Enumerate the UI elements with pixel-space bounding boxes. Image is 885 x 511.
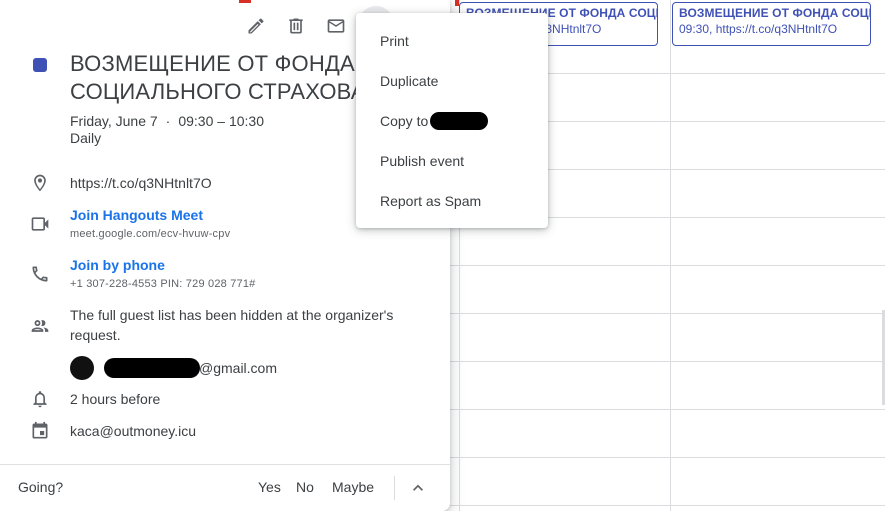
guest-list-hidden-notice: The full guest list has been hidden at t… (70, 305, 420, 345)
location-pin-icon (30, 173, 50, 193)
event-time: 09:30 – 10:30 (178, 113, 264, 129)
calendar-event-subtitle: 09:30, https://t.co/q3NHtnlt7O (679, 22, 838, 36)
trash-icon[interactable] (278, 8, 314, 44)
grid-line (450, 505, 885, 506)
grid-line (450, 265, 885, 266)
redacted-calendar-name (430, 112, 489, 130)
menu-item-copy-to[interactable]: Copy to (356, 101, 548, 141)
more-options-menu: Print Duplicate Copy to Publish event Re… (356, 13, 548, 228)
calendar-owner: kaca@outmoney.icu (70, 423, 197, 439)
event-color-indicator (33, 58, 47, 72)
event-recurrence: Daily (70, 130, 102, 146)
grid-line (450, 313, 885, 314)
menu-item-label: Copy to (380, 113, 429, 129)
event-title-line: СОЦИАЛЬНОГО СТРАХОВА (70, 79, 366, 104)
rsvp-maybe-button[interactable]: Maybe (332, 479, 374, 495)
event-reminder: 2 hours before (70, 391, 161, 407)
chevron-up-icon[interactable] (408, 478, 428, 498)
rsvp-label: Going? (18, 479, 64, 495)
menu-item-label: Publish event (380, 153, 465, 169)
mail-icon[interactable] (318, 8, 354, 44)
menu-item-label: Report as Spam (380, 193, 482, 209)
menu-item-print[interactable]: Print (356, 21, 548, 61)
grid-line (450, 361, 885, 362)
divider (0, 464, 450, 465)
rsvp-no-button[interactable]: No (296, 479, 314, 495)
current-time-marker (239, 0, 251, 3)
people-icon (30, 316, 50, 336)
join-by-phone-link[interactable]: Join by phone (70, 257, 165, 273)
avatar (70, 356, 94, 380)
pencil-icon[interactable] (238, 8, 274, 44)
menu-item-label: Duplicate (380, 73, 439, 89)
menu-item-publish-event[interactable]: Publish event (356, 141, 548, 181)
join-hangouts-meet-link[interactable]: Join Hangouts Meet (70, 207, 203, 223)
calendar-icon (30, 421, 50, 441)
menu-item-duplicate[interactable]: Duplicate (356, 61, 548, 101)
video-camera-icon (30, 214, 50, 234)
meet-url: meet.google.com/ecv-hvuw-cpv (70, 228, 231, 240)
menu-item-report-spam[interactable]: Report as Spam (356, 181, 548, 221)
separator-dot: · (165, 113, 171, 129)
event-date: Friday, June 7 (70, 113, 158, 129)
calendar-event-chip[interactable]: ВОЗМЕЩЕНИЕ ОТ ФОНДА СОЦИА 09:30, https:/… (672, 2, 871, 46)
grid-line (450, 457, 885, 458)
event-location[interactable]: https://t.co/q3NHtnlt7O (70, 173, 212, 193)
grid-line (670, 0, 671, 511)
menu-item-label: Print (380, 33, 409, 49)
current-time-marker (455, 0, 459, 6)
phone-icon (30, 264, 50, 284)
redacted-email-name (104, 358, 200, 378)
rsvp-yes-button[interactable]: Yes (258, 479, 281, 495)
event-title-line: ВОЗМЕЩЕНИЕ ОТ ФОНДА (70, 51, 355, 76)
notice-line: request. (70, 327, 121, 343)
calendar-event-title: ВОЗМЕЩЕНИЕ ОТ ФОНДА СОЦИА (679, 6, 871, 20)
notice-line: The full guest list has been hidden at t… (70, 307, 394, 323)
grid-line (450, 409, 885, 410)
event-date-time: Friday, June 7 · 09:30 – 10:30 (70, 111, 264, 131)
phone-details: +1 307-228-4553 PIN: 729 028 771# (70, 278, 256, 290)
divider (394, 476, 395, 500)
event-title: ВОЗМЕЩЕНИЕ ОТ ФОНДА СОЦИАЛЬНОГО СТРАХОВА (70, 50, 370, 106)
guest-email-domain: @gmail.com (199, 360, 278, 376)
bell-icon (30, 389, 50, 409)
